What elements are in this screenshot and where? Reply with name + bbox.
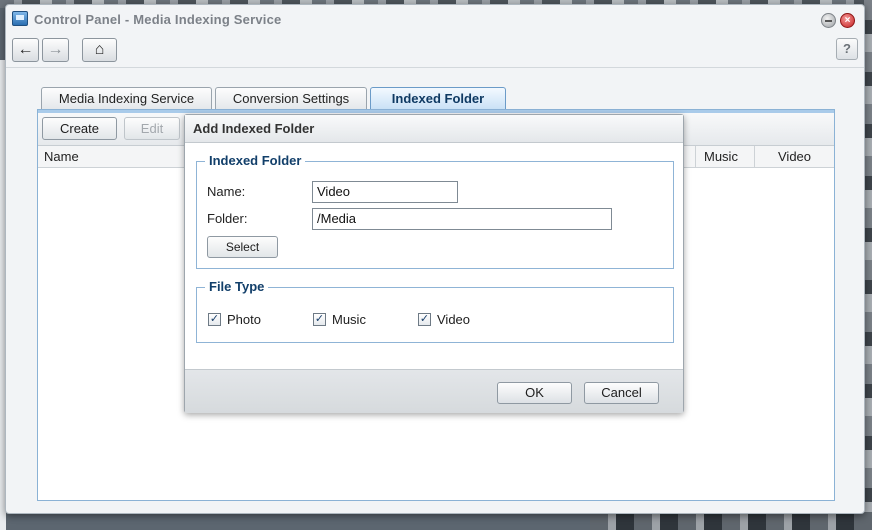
- indexed-folder-legend: Indexed Folder: [205, 153, 306, 168]
- desktop-background-right: [864, 0, 872, 530]
- create-button[interactable]: Create: [42, 117, 117, 140]
- home-icon: ⌂: [94, 41, 105, 58]
- checkbox-checked-icon: ✓: [313, 313, 326, 326]
- column-divider[interactable]: [754, 146, 755, 168]
- name-field[interactable]: Video: [312, 181, 458, 203]
- select-button[interactable]: Select: [207, 236, 278, 258]
- add-indexed-folder-dialog: Add Indexed Folder Indexed Folder Name: …: [184, 114, 684, 413]
- column-divider[interactable]: [695, 146, 696, 168]
- column-header-video[interactable]: Video: [778, 149, 811, 164]
- music-checkbox-label: Music: [332, 312, 366, 327]
- dialog-footer: OK Cancel: [185, 369, 683, 413]
- title-bar[interactable]: Control Panel - Media Indexing Service ×: [6, 5, 864, 35]
- desktop-background-bottom: [590, 512, 872, 530]
- tab-conversion-settings[interactable]: Conversion Settings: [215, 87, 367, 110]
- file-type-legend: File Type: [205, 279, 269, 294]
- file-type-fieldset: File Type ✓ Photo ✓ Music ✓ Video: [196, 279, 674, 343]
- folder-field[interactable]: /Media: [312, 208, 612, 230]
- ok-button[interactable]: OK: [497, 382, 572, 404]
- folder-label: Folder:: [207, 211, 248, 226]
- window-title: Control Panel - Media Indexing Service: [34, 12, 282, 27]
- navigation-toolbar: ← → ⌂ ?: [6, 35, 864, 67]
- video-checkbox-label: Video: [437, 312, 471, 327]
- checkbox-checked-icon: ✓: [418, 313, 431, 326]
- minimize-button[interactable]: [821, 13, 836, 28]
- help-button[interactable]: ?: [836, 38, 858, 60]
- tab-indexed-folder[interactable]: Indexed Folder: [370, 87, 506, 111]
- arrow-right-icon: →: [47, 41, 64, 58]
- checkbox-checked-icon: ✓: [208, 313, 221, 326]
- name-label: Name:: [207, 184, 246, 199]
- forward-button[interactable]: →: [42, 38, 69, 62]
- back-button[interactable]: ←: [12, 38, 39, 62]
- dialog-body: Indexed Folder Name: Video Folder: /Medi…: [185, 143, 683, 369]
- control-panel-icon: [12, 11, 28, 26]
- music-checkbox[interactable]: ✓ Music: [313, 312, 366, 327]
- arrow-left-icon: ←: [17, 41, 34, 58]
- home-button[interactable]: ⌂: [82, 38, 117, 62]
- photo-checkbox-label: Photo: [227, 312, 261, 327]
- video-checkbox[interactable]: ✓ Video: [418, 312, 470, 327]
- toolbar-divider: [6, 67, 864, 68]
- close-button[interactable]: ×: [840, 13, 855, 28]
- photo-checkbox[interactable]: ✓ Photo: [208, 312, 261, 327]
- indexed-folder-fieldset: Indexed Folder Name: Video Folder: /Medi…: [196, 153, 674, 269]
- edit-button[interactable]: Edit: [124, 117, 180, 140]
- dialog-title[interactable]: Add Indexed Folder: [185, 115, 683, 143]
- tab-media-indexing-service[interactable]: Media Indexing Service: [41, 87, 212, 110]
- cancel-button[interactable]: Cancel: [584, 382, 659, 404]
- column-header-name[interactable]: Name: [44, 149, 79, 164]
- column-header-music[interactable]: Music: [704, 149, 738, 164]
